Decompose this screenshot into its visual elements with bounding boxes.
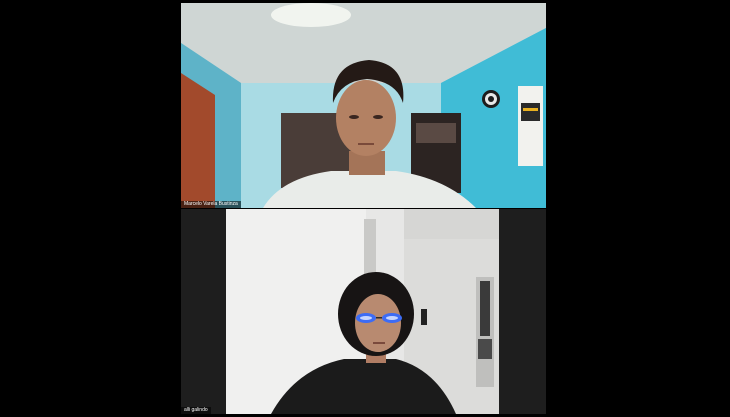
letterbox-left	[181, 209, 226, 414]
participant-video-feed	[226, 209, 499, 414]
participant-video-tile[interactable]: alli galindo	[181, 209, 546, 414]
participant-video-tile[interactable]: Marcelo Varela Bustinza	[181, 3, 546, 208]
participant-name-label: Marcelo Varela Bustinza	[181, 201, 241, 208]
participant-name-label: alli galindo	[181, 407, 211, 414]
participant-video-feed	[181, 3, 546, 208]
letterbox-right	[499, 209, 546, 414]
